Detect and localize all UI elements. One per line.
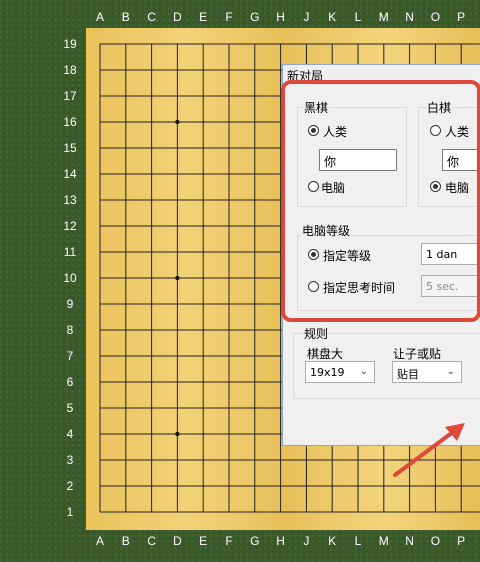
left-coord-number: 1 <box>66 505 74 519</box>
bottom-coord-letter: G <box>250 534 260 548</box>
top-coord-letter: J <box>303 10 310 24</box>
bottom-coord-letter: A <box>95 534 104 548</box>
top-coord-letter: N <box>405 10 414 24</box>
star-point <box>175 431 180 437</box>
board-size-select[interactable]: 19x19 ⌄ <box>305 361 375 383</box>
handicap-value: 贴目 <box>397 368 419 381</box>
left-coord-number: 12 <box>63 219 77 233</box>
left-coord-number: 13 <box>63 193 77 207</box>
left-coord-number: 18 <box>63 63 77 77</box>
left-coord-number: 10 <box>63 271 77 285</box>
top-coord-letter: K <box>328 10 337 24</box>
bottom-coord-letter: H <box>276 534 285 548</box>
star-point <box>175 275 180 281</box>
bottom-coord-letter: L <box>354 534 362 548</box>
star-point <box>175 119 180 125</box>
bottom-coord-letter: D <box>173 534 182 548</box>
left-coord-number: 14 <box>63 167 77 181</box>
bottom-coord-letter: F <box>225 534 233 548</box>
left-coord-number: 7 <box>66 349 74 363</box>
top-coord-letter: H <box>276 10 285 24</box>
chevron-down-icon: ⌄ <box>446 366 455 377</box>
handicap-label: 让子或贴 <box>393 347 442 361</box>
top-coord-letter: M <box>378 10 389 24</box>
left-coord-number: 2 <box>66 479 74 493</box>
left-coord-number: 19 <box>63 37 77 51</box>
bottom-coord-letter: C <box>147 534 156 548</box>
top-coord-letter: A <box>95 10 104 24</box>
rules-group-title: 规则 <box>303 325 330 342</box>
highlight-box <box>281 80 480 322</box>
left-coord-number: 16 <box>63 115 77 129</box>
top-coord-letter: C <box>147 10 156 24</box>
left-coord-number: 5 <box>66 401 74 415</box>
top-coord-letter: L <box>354 10 362 24</box>
left-coord-number: 11 <box>63 245 77 259</box>
annotation-arrow-icon <box>393 423 465 477</box>
top-coord-letter: O <box>430 10 441 24</box>
top-coord-letter: D <box>173 10 182 24</box>
bottom-coord-letter: P <box>457 534 466 548</box>
board-size-label: 棋盘大 <box>307 347 344 361</box>
top-coord-letter: G <box>250 10 260 24</box>
bottom-coord-letter: E <box>199 534 208 548</box>
bottom-coord-letter: J <box>303 534 310 548</box>
left-coord-number: 15 <box>63 141 77 155</box>
top-coord-letter: E <box>199 10 208 24</box>
left-coord-number: 8 <box>66 323 74 337</box>
left-coord-number: 6 <box>66 375 74 389</box>
bottom-coord-letter: M <box>378 534 389 548</box>
chevron-down-icon: ⌄ <box>359 366 368 377</box>
bottom-coord-letter: B <box>121 534 130 548</box>
left-coord-number: 4 <box>66 427 74 441</box>
left-coord-number: 3 <box>66 453 74 467</box>
left-coord-number: 9 <box>66 297 74 311</box>
handicap-select[interactable]: 贴目 ⌄ <box>392 361 462 383</box>
top-coord-letter: F <box>225 10 233 24</box>
top-coord-letter: B <box>121 10 130 24</box>
top-coord-letter: P <box>457 10 466 24</box>
go-app: ABCDEFGHJKLMNOP ABCDEFGHJKLMNOP 19 18 17 16… <box>0 0 480 562</box>
left-coord-number: 17 <box>63 89 77 103</box>
bottom-coord-letter: N <box>405 534 414 548</box>
bottom-coord-letter: K <box>328 534 337 548</box>
board-size-value: 19x19 <box>310 366 345 379</box>
bottom-coord-letter: O <box>430 534 441 548</box>
